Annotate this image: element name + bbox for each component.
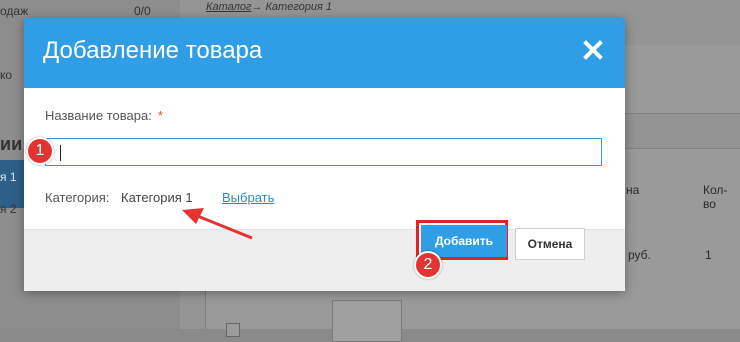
cancel-button[interactable]: Отмена <box>515 228 585 260</box>
bg-checkbox <box>226 323 240 337</box>
bg-cell-price: руб. <box>628 248 651 262</box>
text-caret <box>60 145 61 161</box>
bg-breadcrumb: Каталог→ Категория 1 <box>206 1 332 13</box>
bg-breadcrumb-link: Каталог <box>206 1 252 13</box>
step-badge-1: 1 <box>26 137 54 165</box>
category-value: Категория 1 <box>121 190 193 205</box>
bg-sidebar-count: 0/0 <box>134 4 151 18</box>
dialog-body: Название товара: * Категория: Категория 1… <box>24 88 625 230</box>
bg-sidebar-selection <box>0 160 26 208</box>
bg-col-header: на <box>626 183 640 197</box>
category-label: Категория: <box>45 190 110 205</box>
choose-category-link[interactable]: Выбрать <box>222 190 274 205</box>
close-icon[interactable] <box>583 40 603 60</box>
dialog-title: Добавление товара <box>43 37 263 64</box>
dialog-header: Добавление товара <box>24 18 625 88</box>
bg-thumbnail <box>332 300 402 342</box>
bg-cell-qty: 1 <box>705 248 712 262</box>
bg-col-header: Кол-во <box>703 183 728 211</box>
required-mark: * <box>157 108 163 123</box>
bg-breadcrumb-current: → Категория 1 <box>251 1 333 13</box>
product-name-input[interactable] <box>45 138 602 166</box>
step-badge-2: 2 <box>414 251 442 279</box>
product-name-label: Название товара: * <box>45 108 163 123</box>
product-name-label-text: Название товара: <box>45 108 152 123</box>
